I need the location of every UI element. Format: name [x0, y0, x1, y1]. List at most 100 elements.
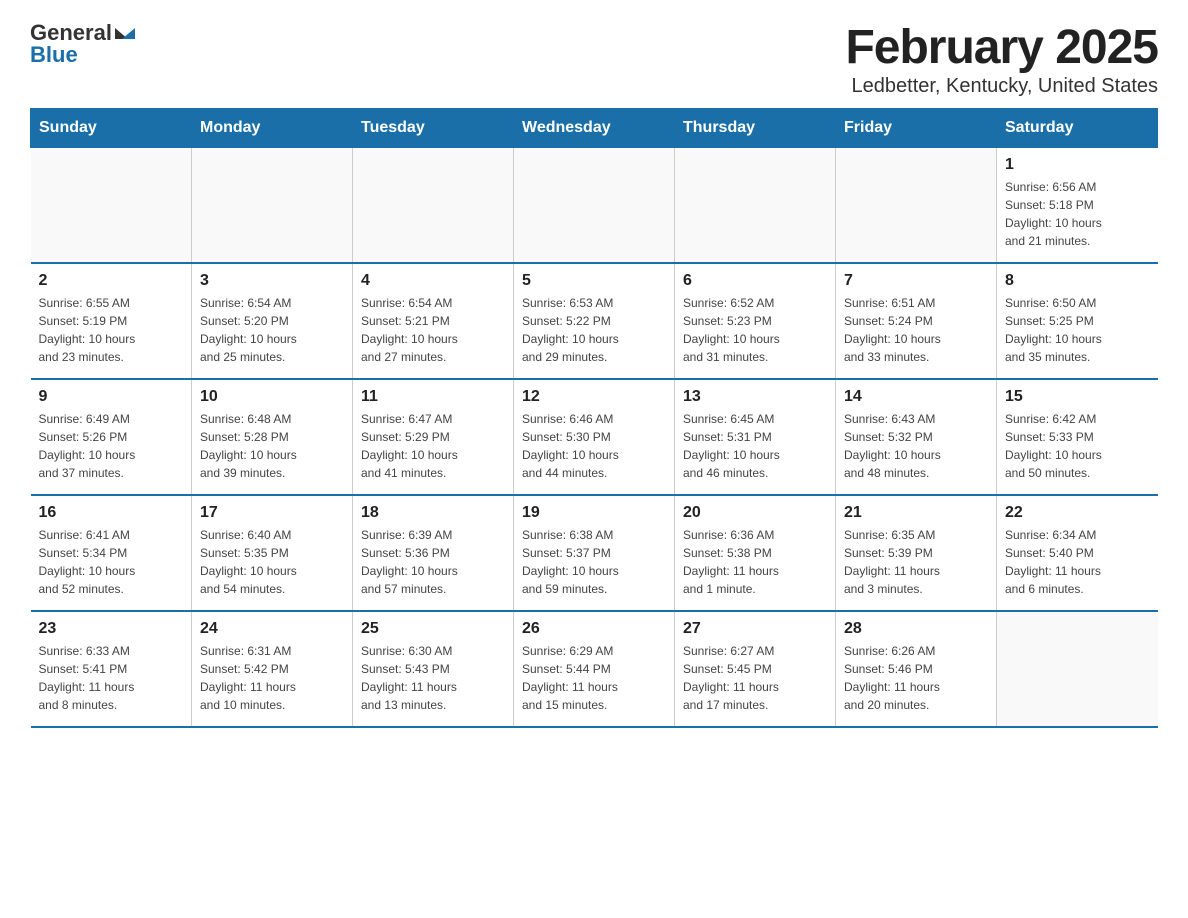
day-info: Sunrise: 6:29 AM Sunset: 5:44 PM Dayligh… — [522, 642, 666, 714]
title-block: February 2025 Ledbetter, Kentucky, Unite… — [845, 20, 1158, 98]
calendar-day-cell: 5 Sunrise: 6:53 AM Sunset: 5:22 PM Daylig… — [514, 263, 675, 379]
calendar-day-cell: 8 Sunrise: 6:50 AM Sunset: 5:25 PM Daylig… — [997, 263, 1158, 379]
calendar-week-row: 9 Sunrise: 6:49 AM Sunset: 5:26 PM Daylig… — [31, 379, 1158, 495]
calendar-table: SundayMondayTuesdayWednesdayThursdayFrid… — [30, 108, 1158, 728]
day-info: Sunrise: 6:31 AM Sunset: 5:42 PM Dayligh… — [200, 642, 344, 714]
calendar-day-cell — [997, 611, 1158, 727]
calendar-day-cell: 9 Sunrise: 6:49 AM Sunset: 5:26 PM Daylig… — [31, 379, 192, 495]
day-info: Sunrise: 6:56 AM Sunset: 5:18 PM Dayligh… — [1005, 178, 1150, 250]
day-number: 10 — [200, 388, 344, 406]
day-info: Sunrise: 6:53 AM Sunset: 5:22 PM Dayligh… — [522, 294, 666, 366]
calendar-day-cell: 23Sunrise: 6:33 AM Sunset: 5:41 PM Dayli… — [31, 611, 192, 727]
calendar-day-cell: 10 Sunrise: 6:48 AM Sunset: 5:28 PM Dayli… — [192, 379, 353, 495]
calendar-day-cell: 13 Sunrise: 6:45 AM Sunset: 5:31 PM Dayli… — [675, 379, 836, 495]
day-info: Sunrise: 6:49 AM Sunset: 5:26 PM Dayligh… — [39, 410, 184, 482]
calendar-day-cell: 24Sunrise: 6:31 AM Sunset: 5:42 PM Dayli… — [192, 611, 353, 727]
calendar-day-cell: 17 Sunrise: 6:40 AM Sunset: 5:35 PM Dayli… — [192, 495, 353, 611]
calendar-day-cell: 18 Sunrise: 6:39 AM Sunset: 5:36 PM Dayli… — [353, 495, 514, 611]
day-info: Sunrise: 6:52 AM Sunset: 5:23 PM Dayligh… — [683, 294, 827, 366]
day-info: Sunrise: 6:46 AM Sunset: 5:30 PM Dayligh… — [522, 410, 666, 482]
day-number: 4 — [361, 272, 505, 290]
calendar-day-cell: 25Sunrise: 6:30 AM Sunset: 5:43 PM Dayli… — [353, 611, 514, 727]
day-info: Sunrise: 6:34 AM Sunset: 5:40 PM Dayligh… — [1005, 526, 1150, 598]
day-info: Sunrise: 6:39 AM Sunset: 5:36 PM Dayligh… — [361, 526, 505, 598]
day-info: Sunrise: 6:38 AM Sunset: 5:37 PM Dayligh… — [522, 526, 666, 598]
day-info: Sunrise: 6:27 AM Sunset: 5:45 PM Dayligh… — [683, 642, 827, 714]
day-info: Sunrise: 6:47 AM Sunset: 5:29 PM Dayligh… — [361, 410, 505, 482]
weekday-header: Saturday — [997, 109, 1158, 148]
day-info: Sunrise: 6:48 AM Sunset: 5:28 PM Dayligh… — [200, 410, 344, 482]
day-number: 7 — [844, 272, 988, 290]
calendar-day-cell — [353, 148, 514, 264]
day-number: 1 — [1005, 156, 1150, 174]
day-number: 8 — [1005, 272, 1150, 290]
calendar-day-cell — [31, 148, 192, 264]
day-info: Sunrise: 6:54 AM Sunset: 5:21 PM Dayligh… — [361, 294, 505, 366]
calendar-day-cell: 20 Sunrise: 6:36 AM Sunset: 5:38 PM Dayli… — [675, 495, 836, 611]
weekday-header: Tuesday — [353, 109, 514, 148]
day-number: 19 — [522, 504, 666, 522]
calendar-header-row: SundayMondayTuesdayWednesdayThursdayFrid… — [31, 109, 1158, 148]
calendar-day-cell: 16 Sunrise: 6:41 AM Sunset: 5:34 PM Dayli… — [31, 495, 192, 611]
day-number: 27 — [683, 620, 827, 638]
day-number: 6 — [683, 272, 827, 290]
day-number: 21 — [844, 504, 988, 522]
day-number: 9 — [39, 388, 184, 406]
day-number: 25 — [361, 620, 505, 638]
day-number: 5 — [522, 272, 666, 290]
calendar-day-cell: 6 Sunrise: 6:52 AM Sunset: 5:23 PM Daylig… — [675, 263, 836, 379]
day-number: 28 — [844, 620, 988, 638]
page-subtitle: Ledbetter, Kentucky, United States — [845, 75, 1158, 98]
day-info: Sunrise: 6:55 AM Sunset: 5:19 PM Dayligh… — [39, 294, 184, 366]
day-info: Sunrise: 6:50 AM Sunset: 5:25 PM Dayligh… — [1005, 294, 1150, 366]
logo: General Blue — [30, 20, 135, 68]
weekday-header: Friday — [836, 109, 997, 148]
weekday-header: Wednesday — [514, 109, 675, 148]
calendar-week-row: 23Sunrise: 6:33 AM Sunset: 5:41 PM Dayli… — [31, 611, 1158, 727]
day-info: Sunrise: 6:41 AM Sunset: 5:34 PM Dayligh… — [39, 526, 184, 598]
day-number: 16 — [39, 504, 184, 522]
calendar-day-cell: 1 Sunrise: 6:56 AM Sunset: 5:18 PM Daylig… — [997, 148, 1158, 264]
calendar-day-cell: 3 Sunrise: 6:54 AM Sunset: 5:20 PM Daylig… — [192, 263, 353, 379]
day-info: Sunrise: 6:35 AM Sunset: 5:39 PM Dayligh… — [844, 526, 988, 598]
calendar-day-cell: 27 Sunrise: 6:27 AM Sunset: 5:45 PM Dayli… — [675, 611, 836, 727]
day-info: Sunrise: 6:26 AM Sunset: 5:46 PM Dayligh… — [844, 642, 988, 714]
day-info: Sunrise: 6:54 AM Sunset: 5:20 PM Dayligh… — [200, 294, 344, 366]
day-info: Sunrise: 6:43 AM Sunset: 5:32 PM Dayligh… — [844, 410, 988, 482]
day-number: 22 — [1005, 504, 1150, 522]
day-number: 20 — [683, 504, 827, 522]
calendar-day-cell — [192, 148, 353, 264]
calendar-day-cell: 14Sunrise: 6:43 AM Sunset: 5:32 PM Dayli… — [836, 379, 997, 495]
day-info: Sunrise: 6:51 AM Sunset: 5:24 PM Dayligh… — [844, 294, 988, 366]
calendar-week-row: 16 Sunrise: 6:41 AM Sunset: 5:34 PM Dayli… — [31, 495, 1158, 611]
calendar-week-row: 2Sunrise: 6:55 AM Sunset: 5:19 PM Daylig… — [31, 263, 1158, 379]
calendar-day-cell — [836, 148, 997, 264]
weekday-header: Monday — [192, 109, 353, 148]
day-info: Sunrise: 6:40 AM Sunset: 5:35 PM Dayligh… — [200, 526, 344, 598]
page-title: February 2025 — [845, 20, 1158, 75]
day-number: 17 — [200, 504, 344, 522]
day-info: Sunrise: 6:42 AM Sunset: 5:33 PM Dayligh… — [1005, 410, 1150, 482]
day-number: 15 — [1005, 388, 1150, 406]
calendar-day-cell: 4 Sunrise: 6:54 AM Sunset: 5:21 PM Daylig… — [353, 263, 514, 379]
day-info: Sunrise: 6:36 AM Sunset: 5:38 PM Dayligh… — [683, 526, 827, 598]
day-number: 13 — [683, 388, 827, 406]
day-info: Sunrise: 6:33 AM Sunset: 5:41 PM Dayligh… — [39, 642, 184, 714]
day-number: 18 — [361, 504, 505, 522]
weekday-header: Sunday — [31, 109, 192, 148]
calendar-day-cell: 26 Sunrise: 6:29 AM Sunset: 5:44 PM Dayli… — [514, 611, 675, 727]
calendar-day-cell — [514, 148, 675, 264]
calendar-day-cell: 15 Sunrise: 6:42 AM Sunset: 5:33 PM Dayli… — [997, 379, 1158, 495]
day-number: 11 — [361, 388, 505, 406]
logo-arrow-icon — [115, 28, 135, 39]
page-header: General Blue February 2025 Ledbetter, Ke… — [30, 20, 1158, 98]
weekday-header: Thursday — [675, 109, 836, 148]
calendar-day-cell: 22 Sunrise: 6:34 AM Sunset: 5:40 PM Dayli… — [997, 495, 1158, 611]
day-number: 26 — [522, 620, 666, 638]
calendar-day-cell — [675, 148, 836, 264]
day-info: Sunrise: 6:45 AM Sunset: 5:31 PM Dayligh… — [683, 410, 827, 482]
day-number: 3 — [200, 272, 344, 290]
day-number: 12 — [522, 388, 666, 406]
calendar-week-row: 1 Sunrise: 6:56 AM Sunset: 5:18 PM Daylig… — [31, 148, 1158, 264]
logo-blue-text: Blue — [30, 42, 78, 68]
